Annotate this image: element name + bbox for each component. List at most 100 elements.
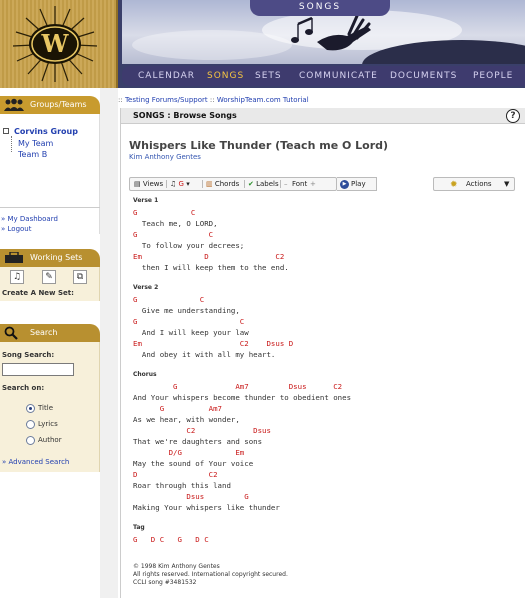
views-label: Views	[142, 180, 164, 188]
nav-calendar[interactable]: CALENDAR	[138, 66, 195, 86]
lyric-line: Making Your whispers like thunder	[133, 503, 280, 512]
groups-panel-header: Groups/Teams	[0, 96, 100, 114]
advanced-search-link[interactable]: » Advanced Search	[2, 458, 69, 466]
labels-label: Labels	[256, 180, 279, 188]
chord-line: G D C G D C	[133, 535, 209, 544]
search-on-label: Search on:	[2, 384, 45, 392]
nav-communicate[interactable]: COMMUNICATE	[299, 66, 378, 86]
lyric-line: To follow your decrees;	[133, 241, 245, 250]
worshipteam-logo[interactable]: W	[10, 4, 100, 84]
svg-text:W: W	[41, 29, 70, 58]
sidebar: Groups/Teams Corvins Group My Team Team …	[0, 88, 100, 598]
chord-line: G C	[133, 295, 205, 304]
radio-author-label[interactable]: Author	[38, 436, 62, 444]
labels-button[interactable]: ✔ Labels	[248, 178, 279, 190]
chord-line: D C2	[133, 470, 218, 479]
edit-set-icon[interactable]: ✎	[42, 270, 56, 284]
section-label: Verse 2	[133, 284, 159, 291]
song-title: Whispers Like Thunder (Teach me O Lord)	[129, 139, 389, 152]
create-set-label[interactable]: Create A New Set:	[2, 289, 74, 297]
expand-toggle-icon[interactable]	[3, 128, 9, 134]
play-label: Play	[351, 180, 366, 188]
search-panel-header: Search	[0, 324, 100, 342]
team-team-b[interactable]: Team B	[18, 150, 47, 159]
lyric-line: then I will keep them to the end.	[133, 263, 289, 272]
actions-label: Actions	[466, 180, 492, 188]
nav-songs[interactable]: SONGS	[207, 66, 244, 86]
section-label: Verse 1	[133, 197, 159, 204]
help-icon[interactable]: ?	[506, 109, 520, 123]
song-author[interactable]: Kim Anthony Gentes	[129, 153, 201, 161]
working-sets-body: ♫ ✎ ⧉ Create A New Set:	[0, 267, 100, 301]
content-header: SONGS : Browse Songs ?	[121, 108, 525, 124]
font-decrease-button[interactable]: –	[284, 178, 288, 190]
radio-lyrics[interactable]	[26, 420, 35, 429]
groups-panel-title: Groups/Teams	[30, 100, 87, 109]
nav-sets[interactable]: SETS	[255, 66, 282, 86]
lyric-line: Teach me, O LORD,	[133, 219, 218, 228]
section-tab: SONGS	[250, 0, 390, 16]
working-sets-header: Working Sets	[0, 249, 100, 267]
section-label: Tag	[133, 524, 145, 531]
header: SONGS CALENDAR SONGS SETS COMMUNICATE DO…	[118, 0, 525, 88]
nav-documents[interactable]: DOCUMENTS	[390, 66, 457, 86]
views-icon: ▤	[134, 180, 141, 188]
chord-line: G C	[133, 317, 245, 326]
radio-title[interactable]	[26, 404, 35, 413]
lyric-line: And I will keep your law	[133, 328, 249, 337]
chords-icon: ▥	[206, 180, 213, 188]
sidebar-gutter	[100, 88, 118, 598]
lyric-line: And obey it with all my heart.	[133, 350, 276, 359]
music-note-icon: ♫	[170, 180, 177, 188]
chord-line: G C	[133, 230, 214, 239]
my-dashboard-link[interactable]: » My Dashboard	[1, 215, 58, 223]
breadcrumb-sep: ::	[209, 96, 215, 104]
views-button[interactable]: ▤ Views	[134, 178, 163, 190]
lyric-line: Roar through this land	[133, 481, 231, 490]
font-increase-button[interactable]: +	[310, 178, 316, 190]
search-panel-title: Search	[30, 328, 58, 337]
group-corvins[interactable]: Corvins Group	[14, 127, 78, 136]
lyric-line: That we're daughters and sons	[133, 437, 263, 446]
actions-dropdown[interactable]: ✹ Actions ▼	[433, 177, 515, 191]
song-search-label: Song Search:	[2, 351, 55, 359]
song-toolbar: ▤ Views ♫ G ▾ ▥ Chords ✔ Labels – Font +	[129, 177, 337, 191]
toolbox-icon	[5, 252, 23, 263]
play-icon: ▶	[340, 180, 349, 189]
labels-icon: ✔	[248, 180, 254, 188]
section-label: Chorus	[133, 371, 157, 378]
radio-lyrics-label[interactable]: Lyrics	[38, 420, 58, 428]
working-sets-title: Working Sets	[30, 253, 83, 262]
ccli-number: CCLI song #3481532	[133, 579, 197, 586]
chevron-down-icon: ▼	[504, 180, 510, 188]
copyright-block: © 1998 Kim Anthony Gentes All rights res…	[133, 563, 288, 586]
lyric-line: May the sound of Your voice	[133, 459, 254, 468]
play-button[interactable]: ▶ Play	[337, 177, 377, 191]
groups-panel-body: Corvins Group My Team Team B » My Dashbo…	[0, 114, 100, 234]
chord-line: D/G Em	[133, 448, 245, 457]
copyright-line: All rights reserved. International copyr…	[133, 571, 288, 578]
breadcrumb-testing-forums[interactable]: Testing Forums/Support	[125, 96, 208, 104]
font-label: Font	[292, 180, 308, 188]
chords-button[interactable]: ▥ Chords	[206, 178, 239, 190]
key-select[interactable]: ♫ G ▾	[170, 178, 190, 190]
team-my-team[interactable]: My Team	[18, 139, 53, 148]
logo-area: W	[0, 0, 118, 88]
breadcrumb: :: Testing Forums/Support :: WorshipTeam…	[118, 96, 309, 104]
song-search-input[interactable]	[2, 363, 74, 376]
logout-link[interactable]: » Logout	[1, 225, 31, 233]
chord-line: Dsus G	[133, 492, 249, 501]
main-content: SONGS : Browse Songs ? Whispers Like Thu…	[120, 108, 525, 598]
people-icon	[4, 98, 24, 111]
key-value: G	[178, 180, 184, 188]
radio-title-label[interactable]: Title	[38, 404, 53, 412]
nav-people[interactable]: PEOPLE	[473, 66, 513, 86]
breadcrumb-tutorial[interactable]: WorshipTeam.com Tutorial	[217, 96, 309, 104]
main-nav: CALENDAR SONGS SETS COMMUNICATE DOCUMENT…	[122, 66, 525, 86]
copyright-line: © 1998 Kim Anthony Gentes	[133, 563, 220, 570]
headphones-icon[interactable]: ♫	[10, 270, 24, 284]
radio-author[interactable]	[26, 436, 35, 445]
chord-line: Em C2 Dsus D	[133, 339, 294, 348]
copy-set-icon[interactable]: ⧉	[73, 270, 87, 284]
chords-label: Chords	[214, 180, 240, 188]
